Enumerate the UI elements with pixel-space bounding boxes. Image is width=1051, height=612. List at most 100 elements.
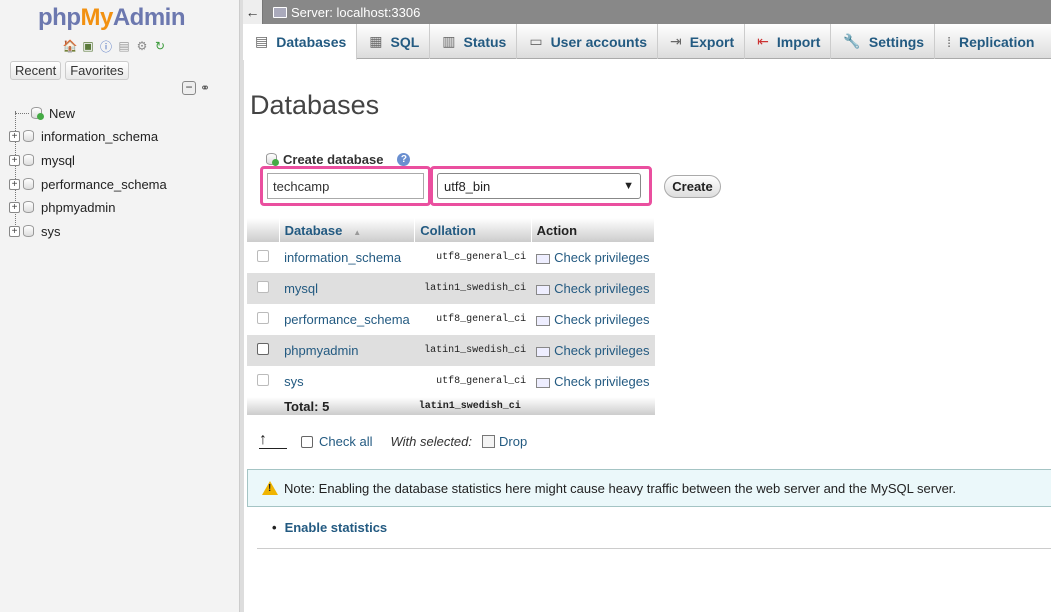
chevron-down-icon: ▼ — [623, 180, 634, 192]
tree-item-information-schema[interactable]: + information_schema — [9, 126, 158, 146]
tab-label: Import — [776, 33, 821, 50]
server-icon — [273, 6, 287, 18]
collation-cell: utf8_general_ci — [414, 366, 532, 397]
tab-label: Export — [689, 33, 735, 50]
header-collation[interactable]: Collation — [414, 218, 532, 242]
tree-item-performance-schema[interactable]: + performance_schema — [9, 174, 167, 194]
statistics-note: Note: Enabling the database statistics h… — [247, 469, 1051, 507]
check-privileges-link[interactable]: Check privileges — [531, 366, 655, 397]
database-link[interactable]: information_schema — [279, 242, 415, 273]
tab-databases[interactable]: ▤ Databases — [243, 24, 358, 60]
check-all-control[interactable]: Check all — [301, 434, 372, 449]
enable-statistics-link[interactable]: Enable statistics — [285, 520, 388, 535]
tree-item-label: performance_schema — [41, 176, 167, 192]
note-text: Note: Enabling the database statistics h… — [284, 480, 957, 496]
privileges-icon — [536, 315, 551, 326]
checkbox-cell — [247, 335, 280, 366]
total-row: Total: 5 latin1_swedish_ci — [247, 397, 655, 415]
tab-import[interactable]: ⇤ Import — [745, 24, 832, 59]
phpmyadmin-logo[interactable]: phpMyAdmin — [38, 4, 186, 32]
total-spacer — [531, 397, 655, 415]
tab-replication[interactable]: ⁞ Replication — [935, 24, 1044, 59]
docs-icon[interactable]: ▤ — [116, 38, 132, 54]
main-tabs: ▤ Databases ▦ SQL ▥ Status ▭ User accounts ⇥… — [243, 24, 1051, 60]
check-privileges-link[interactable]: Check privileges — [531, 304, 655, 335]
database-icon — [23, 177, 35, 191]
tree-item-label: phpmyadmin — [41, 199, 116, 215]
privileges-icon — [536, 253, 551, 264]
action-label: Check privileges — [554, 374, 650, 389]
privileges-icon — [536, 284, 551, 295]
row-checkbox[interactable] — [257, 281, 270, 293]
quick-links: 🏠 ▣ ⓘ ▤ ⚙ ↻ — [62, 38, 168, 54]
panel-splitter[interactable] — [240, 0, 244, 612]
server-label: Server: localhost:3306 — [291, 4, 421, 20]
tree-item-new[interactable]: New — [15, 103, 75, 123]
new-database-icon — [266, 153, 279, 166]
drop-button[interactable]: Drop — [482, 434, 527, 449]
tab-status[interactable]: ▥ Status — [430, 24, 518, 59]
server-breadcrumb[interactable]: Server: localhost:3306 — [273, 5, 420, 20]
favorites-tab[interactable]: Favorites — [65, 61, 129, 80]
tree-item-phpmyadmin[interactable]: + phpmyadmin — [9, 197, 115, 217]
link-icon[interactable]: ⚭ — [200, 81, 210, 95]
tree-item-label: mysql — [41, 152, 75, 168]
collation-select[interactable]: utf8_bin ▼ — [437, 173, 641, 199]
database-name-input[interactable] — [267, 173, 424, 199]
check-all-checkbox[interactable] — [301, 435, 313, 448]
exit-icon[interactable]: ▣ — [80, 38, 96, 54]
check-privileges-link[interactable]: Check privileges — [531, 273, 655, 304]
header-database[interactable]: Database ▲ — [279, 218, 416, 242]
check-privileges-link[interactable]: Check privileges — [531, 335, 655, 366]
databases-table: Database ▲ Collation Action information_… — [247, 218, 656, 415]
home-icon[interactable]: 🏠 — [62, 38, 78, 54]
header-checkbox-cell — [247, 218, 280, 242]
export-icon: ⇥ — [670, 33, 682, 49]
tree-item-label: sys — [41, 223, 61, 239]
drop-label: Drop — [499, 434, 528, 449]
total-spacer — [247, 397, 280, 415]
database-link[interactable]: mysql — [279, 273, 415, 304]
header-label: Database — [284, 222, 343, 238]
tab-export[interactable]: ⇥ Export — [658, 24, 746, 59]
divider — [257, 548, 1051, 549]
tab-user-accounts[interactable]: ▭ User accounts — [517, 24, 659, 59]
row-checkbox[interactable] — [257, 312, 270, 324]
check-all-label[interactable]: Check all — [319, 434, 372, 449]
database-link[interactable]: performance_schema — [279, 304, 415, 335]
expand-icon[interactable]: + — [9, 154, 20, 166]
tab-label: User accounts — [550, 33, 648, 50]
row-checkbox[interactable] — [257, 343, 270, 355]
users-icon: ▭ — [529, 33, 543, 49]
back-arrow-icon[interactable]: ← — [243, 0, 263, 24]
expand-icon[interactable]: + — [9, 130, 20, 142]
navigation-panel: phpMyAdmin 🏠 ▣ ⓘ ▤ ⚙ ↻ Recent Favorites … — [0, 0, 244, 612]
action-label: Check privileges — [554, 250, 650, 265]
logo-my-text: My — [80, 4, 113, 31]
row-checkbox[interactable] — [257, 374, 270, 386]
tab-settings[interactable]: 🔧 Settings — [831, 24, 936, 59]
help-icon[interactable]: ⓘ — [98, 38, 114, 54]
table-row: information_schema utf8_general_ci Check… — [247, 242, 655, 273]
check-privileges-link[interactable]: Check privileges — [531, 242, 655, 273]
tree-item-label: New — [49, 105, 76, 121]
with-selected-label: With selected: — [390, 434, 472, 449]
expand-icon[interactable]: + — [9, 178, 20, 190]
settings-icon[interactable]: ⚙ — [134, 38, 150, 54]
create-button[interactable]: Create — [664, 175, 721, 198]
table-row: sys utf8_general_ci Check privileges — [247, 366, 655, 397]
expand-icon[interactable]: + — [9, 225, 20, 237]
collapse-all-icon[interactable]: − — [182, 81, 196, 95]
help-icon[interactable]: ? — [397, 153, 411, 166]
tab-sql[interactable]: ▦ SQL — [357, 24, 431, 59]
tab-label: Settings — [868, 33, 925, 50]
database-link[interactable]: phpmyadmin — [279, 335, 415, 366]
tree-item-sys[interactable]: + sys — [9, 221, 61, 241]
expand-icon[interactable]: + — [9, 201, 20, 213]
row-checkbox[interactable] — [257, 250, 270, 262]
reload-icon[interactable]: ↻ — [152, 38, 168, 54]
tree-item-mysql[interactable]: + mysql — [9, 150, 75, 170]
database-link[interactable]: sys — [279, 366, 415, 397]
recent-tab[interactable]: Recent — [10, 61, 62, 80]
table-header-row: Database ▲ Collation Action — [247, 218, 656, 242]
